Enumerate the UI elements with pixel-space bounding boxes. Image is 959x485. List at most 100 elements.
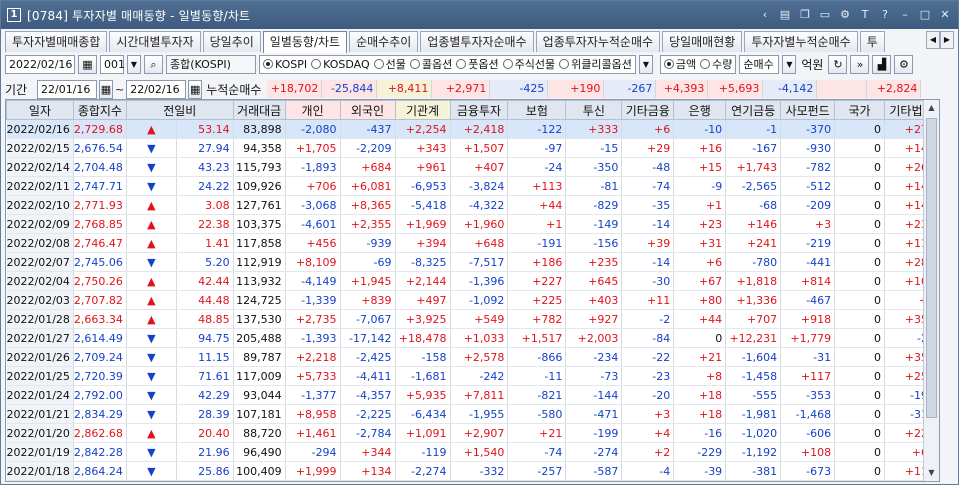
period-from-input[interactable]: 22/01/16 bbox=[37, 79, 97, 99]
table-cell: 2022/01/20 bbox=[6, 423, 74, 443]
col-header[interactable]: 투신 bbox=[565, 100, 623, 120]
table-row[interactable]: 2022/01/26 2,709.24 ▼ 11.15 89,787 +2,218 -2,4… bbox=[6, 347, 939, 367]
table-cell: 94,358 bbox=[233, 138, 286, 158]
vertical-scrollbar[interactable]: ▲ ▼ bbox=[923, 100, 939, 481]
scroll-thumb[interactable] bbox=[926, 118, 937, 418]
table-cell: -274 bbox=[565, 442, 623, 462]
close-icon[interactable]: ✕ bbox=[938, 8, 952, 22]
col-header[interactable]: 외국인 bbox=[339, 100, 396, 120]
table-row[interactable]: 2022/01/20 2,862.68 ▲ 20.40 88,720 +1,461 -2,7… bbox=[6, 423, 939, 443]
tab-5[interactable]: 업종별투자자순매수 bbox=[420, 31, 534, 52]
scroll-up-icon[interactable]: ▲ bbox=[924, 100, 939, 116]
up-triangle-icon: ▲ bbox=[126, 423, 177, 443]
col-header[interactable]: 거래대금 bbox=[232, 100, 286, 120]
col-header[interactable]: 종합지수 bbox=[72, 100, 127, 120]
col-header[interactable]: 일자 bbox=[6, 100, 74, 120]
table-row[interactable]: 2022/01/19 2,842.28 ▼ 21.96 96,490 -294 +344 -1… bbox=[6, 442, 939, 462]
tab-6[interactable]: 업종투자자누적순매수 bbox=[535, 31, 661, 52]
market-radio-1[interactable]: KOSDAQ bbox=[311, 58, 370, 71]
tab-4[interactable]: 순매수추이 bbox=[349, 31, 419, 52]
col-header[interactable]: 금융투자 bbox=[449, 100, 509, 120]
code-dropdown-icon[interactable]: ▼ bbox=[127, 54, 141, 74]
table-row[interactable]: 2022/02/11 2,747.71 ▼ 24.22 109,926 +706 +6,08… bbox=[6, 176, 939, 196]
copy-icon[interactable]: ❐ bbox=[798, 8, 812, 22]
next-icon[interactable]: » bbox=[850, 54, 870, 74]
mode-dropdown-icon[interactable]: ▼ bbox=[782, 54, 797, 74]
tab-9[interactable]: 투 bbox=[859, 31, 885, 52]
window-icon[interactable]: ▭ bbox=[818, 8, 832, 22]
table-cell: 0 bbox=[834, 157, 885, 177]
period-to-input[interactable]: 22/02/16 bbox=[126, 79, 187, 99]
maximize-icon[interactable]: □ bbox=[918, 8, 932, 22]
table-row[interactable]: 2022/02/09 2,768.85 ▲ 22.38 103,375 -4,601 +2,… bbox=[6, 214, 939, 234]
refresh-icon[interactable]: ↻ bbox=[828, 54, 848, 74]
to-calendar-icon[interactable]: ▦ bbox=[188, 79, 203, 99]
table-cell: -512 bbox=[780, 176, 836, 196]
market-radio-3[interactable]: 콜옵션 bbox=[409, 56, 452, 72]
unit-radio-0[interactable]: 금액 bbox=[663, 56, 696, 72]
search-icon[interactable]: ⌕ bbox=[144, 54, 163, 74]
help-icon[interactable]: ? bbox=[878, 8, 892, 22]
market-radio-4[interactable]: 풋옵션 bbox=[456, 56, 499, 72]
link-icon[interactable]: ‹ bbox=[758, 8, 772, 22]
chart-icon[interactable]: ▟ bbox=[872, 54, 892, 74]
col-header[interactable]: 은행 bbox=[673, 100, 727, 120]
table-cell: +1,461 bbox=[285, 423, 341, 443]
table-cell: -673 bbox=[780, 461, 836, 481]
menu-icon[interactable]: ▤ bbox=[778, 8, 792, 22]
table-row[interactable]: 2022/01/24 2,792.00 ▼ 42.29 93,044 -1,377 -4,3… bbox=[6, 385, 939, 405]
table-row[interactable]: 2022/02/10 2,771.93 ▲ 3.08 127,761 -3,068 +8,3… bbox=[6, 195, 939, 215]
unit-radio-1[interactable]: 수량 bbox=[700, 56, 732, 72]
scroll-down-icon[interactable]: ▼ bbox=[924, 465, 939, 481]
col-header[interactable]: 전일비 bbox=[125, 100, 234, 120]
col-header[interactable]: 보험 bbox=[507, 100, 567, 120]
col-header[interactable]: 기관계 bbox=[394, 100, 451, 120]
tab-prev-icon[interactable]: ◀ bbox=[926, 31, 940, 49]
minimize-icon[interactable]: – bbox=[898, 8, 912, 22]
table-row[interactable]: 2022/02/08 2,746.47 ▲ 1.41 117,858 +456 -939 +3… bbox=[6, 233, 939, 253]
settings-icon[interactable]: ⚙ bbox=[838, 8, 852, 22]
table-row[interactable]: 2022/01/172,890.10▼31.82103,965+4,814-2,… bbox=[6, 480, 939, 481]
table-row[interactable]: 2022/02/03 2,707.82 ▲ 44.48 124,725 -1,339 +83… bbox=[6, 290, 939, 310]
from-calendar-icon[interactable]: ▦ bbox=[99, 79, 113, 99]
table-row[interactable]: 2022/01/28 2,663.34 ▲ 48.85 137,530 +2,735 -7,… bbox=[6, 309, 939, 329]
table-cell: -1,893 bbox=[285, 157, 341, 177]
market-code-input[interactable]: 001 bbox=[100, 54, 125, 74]
mode-select[interactable]: 순매수 bbox=[739, 54, 780, 74]
table-row[interactable]: 2022/02/14 2,704.48 ▼ 43.23 115,793 -1,893 +68… bbox=[6, 157, 939, 177]
market-radio-5[interactable]: 주식선물 bbox=[502, 56, 555, 72]
table-row[interactable]: 2022/01/27 2,614.49 ▼ 94.75 205,488 -1,393 -17… bbox=[6, 328, 939, 348]
table-cell: -757 bbox=[725, 480, 782, 481]
tab-next-icon[interactable]: ▶ bbox=[940, 31, 954, 49]
table-row[interactable]: 2022/02/16 2,729.68 ▲ 53.14 83,898 -2,080 -437… bbox=[6, 119, 939, 139]
col-header[interactable]: 기타금융 bbox=[621, 100, 675, 120]
table-row[interactable]: 2022/02/07 2,745.06 ▼ 5.20 112,919 +8,109 -69-… bbox=[6, 252, 939, 272]
col-header[interactable]: 국가 bbox=[834, 100, 885, 120]
tab-7[interactable]: 당일매매현황 bbox=[662, 31, 743, 52]
table-row[interactable]: 2022/02/04 2,750.26 ▲ 42.44 113,932 -4,149 +1,… bbox=[6, 271, 939, 291]
tab-3[interactable]: 일별동향/차트 bbox=[262, 31, 348, 53]
gear-icon[interactable]: ⚙ bbox=[894, 54, 914, 74]
table-row[interactable]: 2022/02/15 2,676.54 ▼ 27.94 94,358 +1,705 -2,2… bbox=[6, 138, 939, 158]
market-radio-0[interactable]: KOSPI bbox=[263, 58, 307, 71]
col-header[interactable]: 개인 bbox=[284, 100, 341, 120]
data-grid[interactable]: 일자 종합지수 전일비 거래대금 개인 외국인 기관계 금융투자 보험 투신 기타금융 은행 연기금등 사… bbox=[5, 99, 940, 482]
table-row[interactable]: 2022/01/21 2,834.29 ▼ 28.39 107,181 +8,958 -2,… bbox=[6, 404, 939, 424]
col-header[interactable]: 사모펀드 bbox=[780, 100, 836, 120]
table-cell: 117,009 bbox=[233, 366, 286, 386]
market-radio-6[interactable]: 위클리콜옵션 bbox=[559, 56, 632, 72]
table-row[interactable]: 2022/01/18 2,864.24 ▼ 25.86 100,409 +1,999 +13… bbox=[6, 461, 939, 481]
market-dropdown-icon[interactable]: ▼ bbox=[638, 54, 653, 74]
tab-0[interactable]: 투자자별매매종합 bbox=[5, 31, 108, 52]
tab-1[interactable]: 시간대별투자자 bbox=[109, 31, 201, 52]
market-radio-2[interactable]: 선물 bbox=[373, 56, 406, 72]
font-icon[interactable]: T bbox=[858, 8, 872, 22]
date-input[interactable]: 2022/02/16 bbox=[5, 54, 75, 74]
table-cell: +918 bbox=[780, 309, 836, 329]
col-header[interactable]: 연기금등 bbox=[725, 100, 782, 120]
table-cell: +2,218 bbox=[285, 347, 341, 367]
table-row[interactable]: 2022/01/25 2,720.39 ▼ 71.61 117,009 +5,733 -4,… bbox=[6, 366, 939, 386]
calendar-icon[interactable]: ▦ bbox=[78, 54, 97, 74]
tab-2[interactable]: 당일추이 bbox=[202, 31, 261, 52]
tab-8[interactable]: 투자자별누적순매수 bbox=[744, 31, 858, 52]
